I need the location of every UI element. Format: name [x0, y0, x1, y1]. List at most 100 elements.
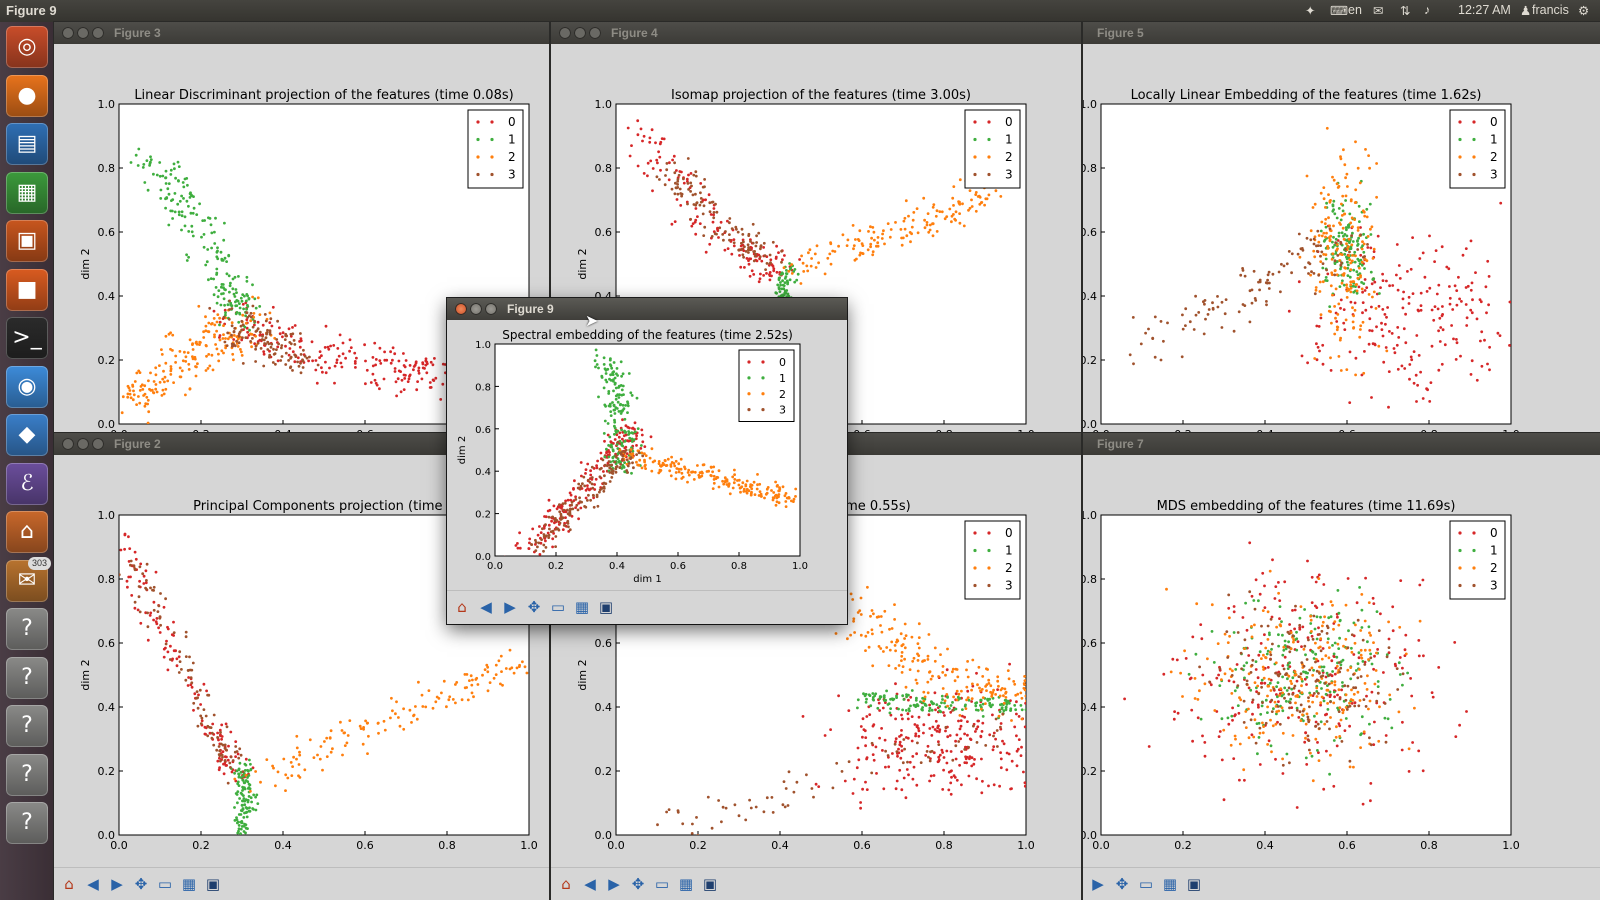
launcher-terminal-icon[interactable]: >_	[6, 317, 48, 359]
minimize-icon[interactable]	[77, 27, 89, 39]
maximize-icon[interactable]	[589, 27, 601, 39]
launcher-unknown-app-icon[interactable]: ?	[6, 656, 48, 699]
point	[1364, 576, 1367, 580]
launcher-unknown-app-icon[interactable]: ?	[6, 705, 48, 747]
title-bar[interactable]: Figure 3	[54, 22, 549, 44]
back-icon[interactable]: ◀	[82, 873, 104, 895]
close-icon[interactable]	[455, 303, 467, 315]
x-tick-label: 0.8	[731, 561, 747, 572]
minimize-icon[interactable]	[574, 27, 586, 39]
minimize-icon[interactable]	[470, 303, 482, 315]
gear-icon[interactable]: ⚙	[1578, 3, 1589, 18]
launcher-files-icon[interactable]: ⌂	[6, 511, 48, 553]
title-bar[interactable]: Figure 9	[447, 298, 847, 320]
home-icon[interactable]: ⌂	[555, 873, 577, 895]
point	[954, 744, 958, 748]
pan-icon[interactable]: ✥	[130, 873, 152, 895]
point	[146, 625, 150, 629]
point	[1222, 728, 1226, 732]
subplots-icon[interactable]: ▦	[178, 873, 200, 895]
point	[213, 323, 217, 327]
point	[200, 716, 204, 720]
dropbox-indicator-icon[interactable]: ✦	[1305, 3, 1315, 18]
launcher-firefox-icon[interactable]: ●	[6, 74, 48, 117]
network-indicator-icon[interactable]: ⇅	[1400, 3, 1410, 18]
point	[616, 400, 620, 404]
point	[1281, 763, 1285, 767]
point	[1350, 702, 1354, 705]
point	[1208, 680, 1211, 684]
point	[781, 258, 784, 262]
close-icon[interactable]	[559, 27, 571, 39]
point	[424, 363, 428, 367]
point	[1012, 680, 1016, 683]
keyboard-layout[interactable]: en	[1348, 3, 1362, 17]
title-bar[interactable]: Figure 7	[1083, 433, 1600, 455]
subplots-icon[interactable]: ▦	[675, 873, 697, 895]
launcher-unknown-app-icon[interactable]: ?	[6, 802, 48, 844]
point	[776, 484, 779, 487]
launcher-unknown-app-icon[interactable]: ?	[6, 753, 48, 796]
title-bar[interactable]: Figure 5	[1083, 22, 1600, 44]
zoom-rect-icon[interactable]: ▭	[154, 873, 176, 895]
forward-icon[interactable]: ▶	[603, 873, 625, 895]
pan-icon[interactable]: ✥	[1111, 873, 1133, 895]
point	[210, 246, 214, 250]
point	[1272, 707, 1275, 711]
point	[1379, 286, 1382, 289]
point	[249, 762, 252, 766]
point	[184, 655, 188, 658]
point	[1276, 673, 1280, 677]
point	[1487, 275, 1491, 278]
forward-icon[interactable]: ▶	[106, 873, 128, 895]
point	[965, 668, 968, 672]
forward-icon[interactable]: ▶	[1087, 873, 1109, 895]
keyboard-indicator-icon[interactable]: ⌨	[1330, 3, 1348, 18]
launcher-emacs-icon[interactable]: ℰ	[6, 462, 48, 505]
launcher-ubuntu-home-icon[interactable]: ◎	[6, 26, 48, 68]
zoom-rect-icon[interactable]: ▭	[651, 873, 673, 895]
maximize-icon[interactable]	[92, 438, 104, 450]
back-icon[interactable]: ◀	[579, 873, 601, 895]
save-icon[interactable]: ▣	[1183, 873, 1205, 895]
point	[1026, 703, 1029, 706]
title-bar[interactable]: Figure 4	[551, 22, 1081, 44]
maximize-icon[interactable]	[92, 27, 104, 39]
point	[902, 219, 906, 223]
launcher-chrome-icon[interactable]: ◉	[6, 365, 48, 408]
launcher-software-center-icon[interactable]: ■	[6, 268, 48, 311]
close-icon[interactable]	[62, 438, 74, 450]
launcher-libreoffice-impress-icon[interactable]: ▣	[6, 220, 48, 262]
launcher-dropbox-icon[interactable]: ◆	[6, 414, 48, 456]
launcher-libreoffice-calc-icon[interactable]: ▦	[6, 171, 48, 214]
user-icon[interactable]: ♟	[1520, 3, 1531, 18]
home-icon[interactable]: ⌂	[58, 873, 80, 895]
maximize-icon[interactable]	[485, 303, 497, 315]
launcher-libreoffice-writer-icon[interactable]: ▤	[6, 123, 48, 165]
point	[224, 337, 227, 340]
point	[817, 785, 821, 788]
mail-indicator-icon[interactable]: ✉	[1373, 3, 1383, 18]
user-name[interactable]: francis	[1532, 3, 1569, 17]
point	[607, 455, 611, 459]
clock[interactable]: 12:27 AM	[1458, 3, 1511, 17]
point	[852, 247, 855, 251]
volume-indicator-icon[interactable]: ♪	[1424, 3, 1430, 17]
point	[690, 224, 694, 228]
zoom-rect-icon[interactable]: ▭	[1135, 873, 1157, 895]
pan-icon[interactable]: ✥	[627, 873, 649, 895]
launcher-unknown-app-icon[interactable]: ?	[6, 608, 48, 650]
save-icon[interactable]: ▣	[202, 873, 224, 895]
point	[254, 347, 257, 351]
y-axis-label: dim 2	[457, 436, 468, 464]
save-icon[interactable]: ▣	[699, 873, 721, 895]
point	[123, 547, 126, 551]
launcher-mail-folder-icon[interactable]: ✉ 303	[6, 556, 52, 602]
point	[948, 707, 951, 710]
point	[1250, 733, 1254, 737]
point	[974, 191, 978, 194]
subplots-icon[interactable]: ▦	[1159, 873, 1181, 895]
minimize-icon[interactable]	[77, 438, 89, 450]
close-icon[interactable]	[62, 27, 74, 39]
point	[904, 736, 908, 739]
